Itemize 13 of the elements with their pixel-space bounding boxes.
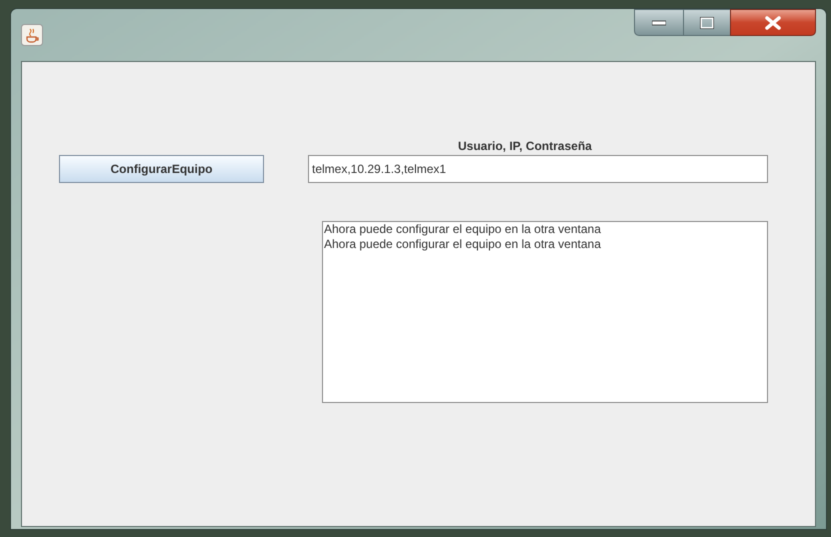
maximize-button[interactable] [684,9,730,36]
output-line: Ahora puede configurar el equipo en la otra ventana [323,237,602,252]
input-field[interactable]: telmex,10.29.1.3,telmex1 [308,155,768,183]
output-line: Ahora puede configurar el equipo en la otra ventana [323,222,602,237]
configure-button[interactable]: ConfigurarEquipo [59,155,264,183]
maximize-icon [700,16,714,28]
close-button[interactable] [730,9,816,36]
close-icon [765,16,781,30]
minimize-icon [652,20,666,26]
output-text-area[interactable]: Ahora puede configurar el equipo en la otra ventana Ahora puede configurar el equipo en la otra ventana [322,221,768,403]
minimize-button[interactable] [634,9,684,36]
credentials-label: Usuario, IP, Contraseña [458,139,592,153]
coffee-cup-icon [21,24,43,46]
